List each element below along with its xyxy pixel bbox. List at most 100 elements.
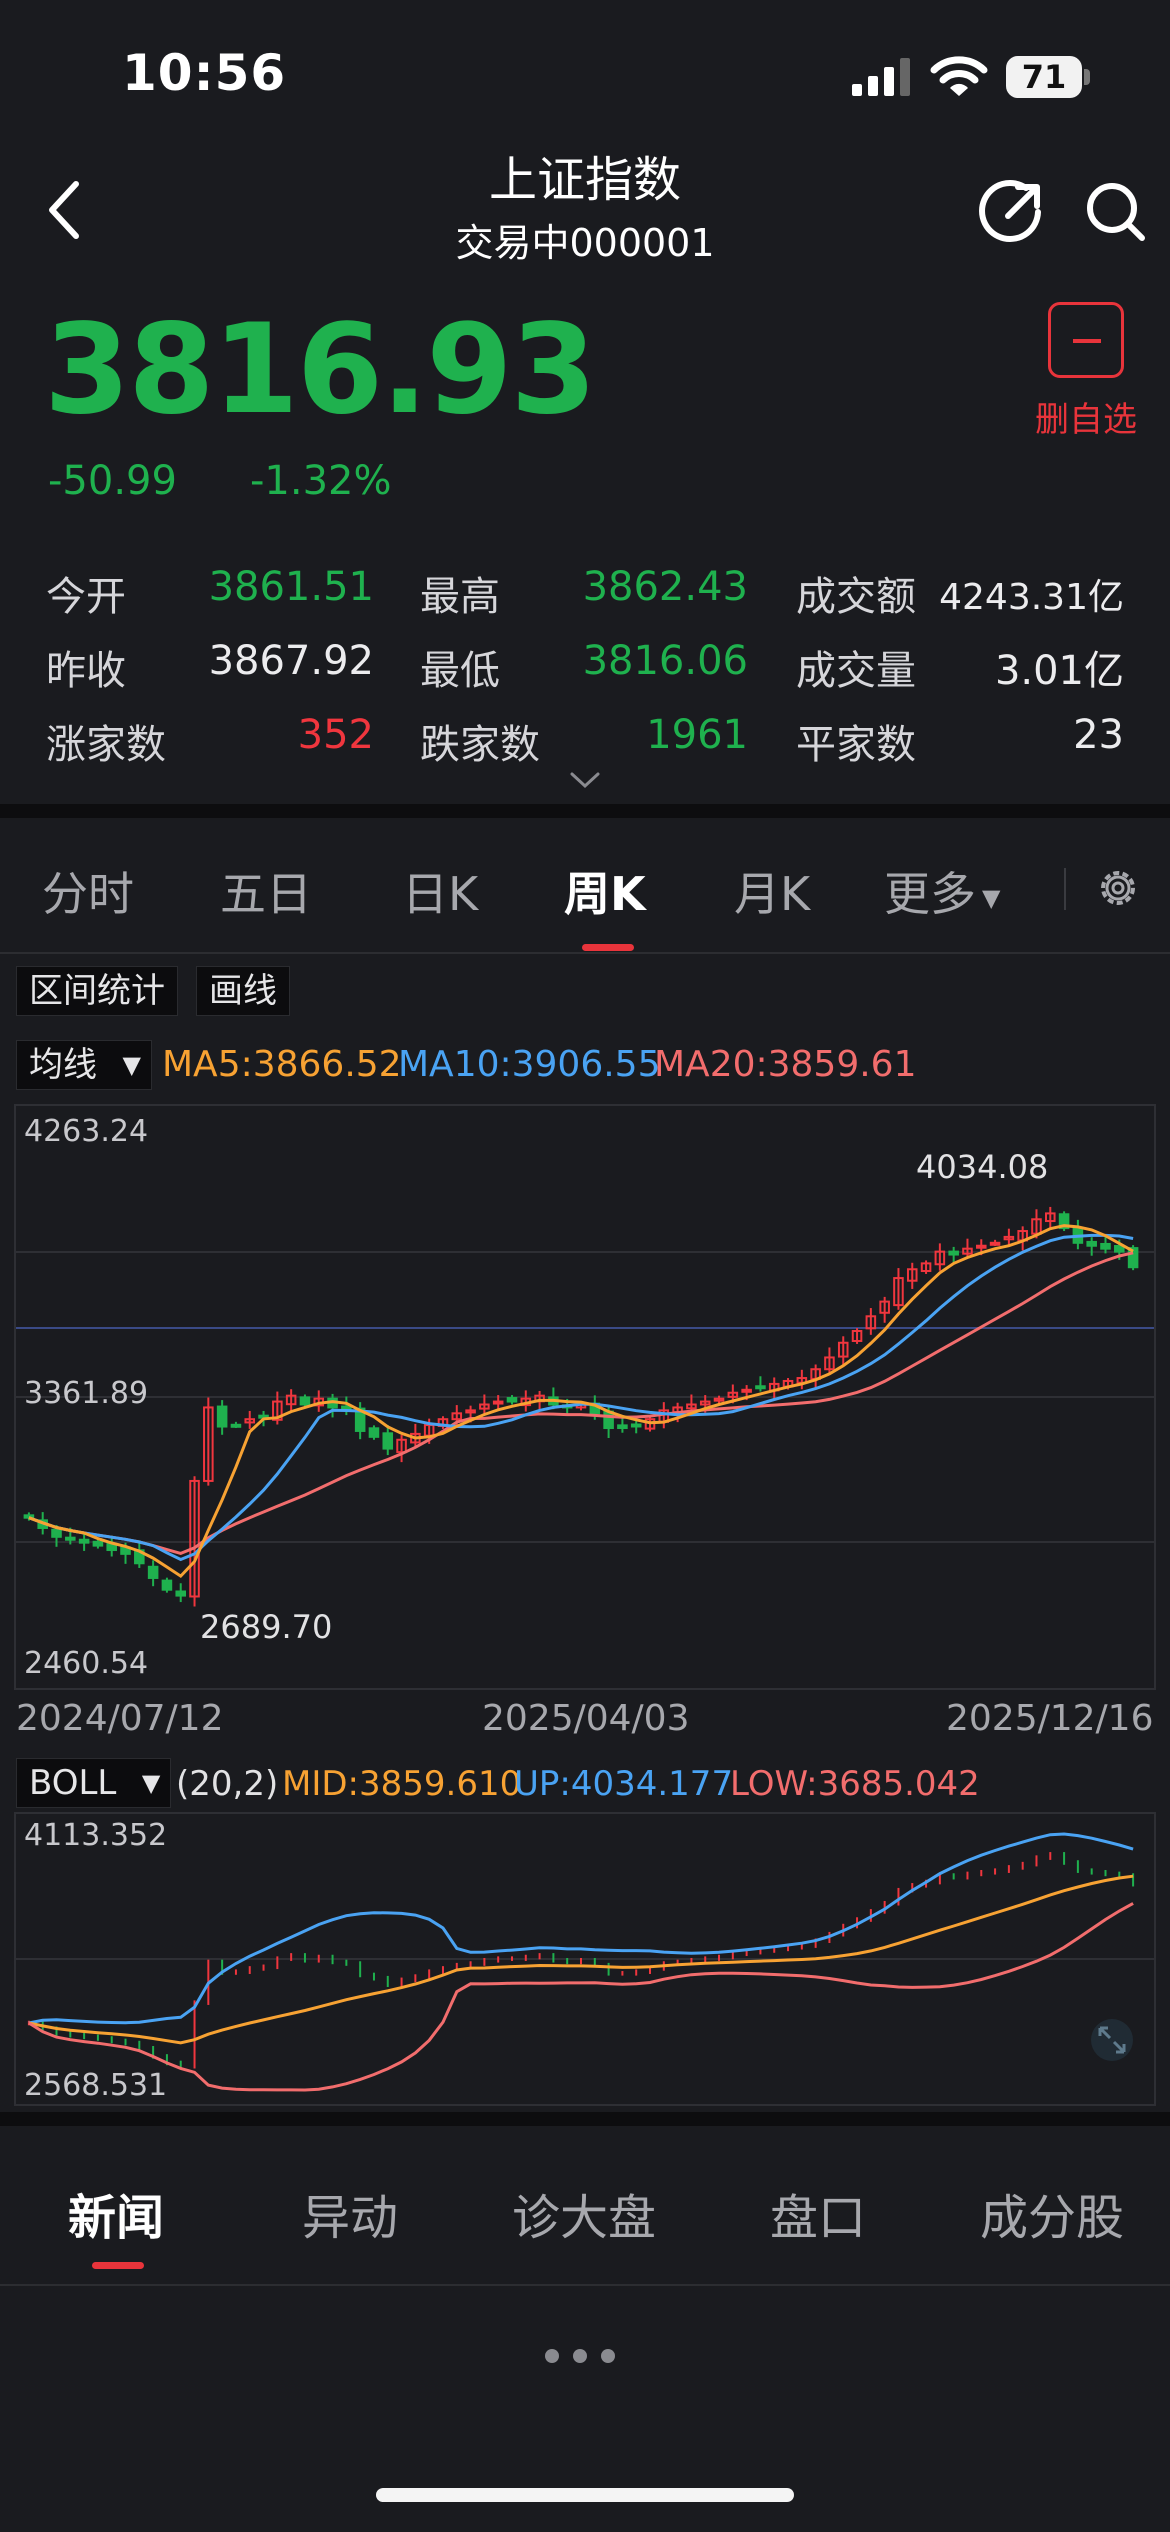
tab-separator	[1064, 868, 1066, 910]
stat-label-low: 最低	[420, 648, 500, 694]
price-change-percent: -1.32%	[250, 458, 392, 504]
candle-body	[230, 1423, 242, 1428]
content-tabs: 新闻 异动 诊大盘 盘口 成分股	[0, 2126, 1170, 2286]
draw-line-button[interactable]: 画线	[196, 966, 290, 1016]
remove-watchlist-button[interactable]: 删自选	[1030, 302, 1140, 442]
x-tick-end: 2025/12/16	[946, 1698, 1154, 1739]
tab-intraday[interactable]: 分时	[42, 858, 134, 924]
y-tick-mid: 3361.89	[24, 1376, 149, 1411]
boll-canvas	[16, 1832, 1154, 2092]
period-low-label: 2689.70	[200, 1608, 333, 1646]
candle-body	[630, 1423, 642, 1428]
candle-body	[147, 1565, 159, 1579]
candle-body	[989, 1241, 1001, 1246]
battery-nub	[1084, 69, 1090, 85]
stat-value-decliners: 1961	[646, 712, 748, 758]
sub-indicator-select[interactable]: BOLL ▼	[16, 1758, 172, 1808]
tab-five-day[interactable]: 五日	[220, 858, 312, 924]
remove-watchlist-label: 删自选	[1035, 400, 1137, 440]
kline-canvas	[16, 1206, 1154, 1607]
boll-up-line	[28, 1832, 1134, 2025]
tab-weekly-k[interactable]: 周K	[564, 858, 646, 924]
period-tabs: 分时 五日 日K 周K 月K 更多 ▼	[0, 818, 1170, 954]
boll-y-tick-top: 4113.352	[24, 1818, 168, 1853]
candle-body	[175, 1590, 187, 1597]
stat-value-open: 3861.51	[208, 564, 374, 610]
stat-value-high: 3862.43	[582, 564, 748, 610]
caret-down-icon: ▼	[122, 1051, 141, 1079]
section-divider	[0, 2112, 1170, 2126]
period-high-label: 4034.08	[916, 1148, 1049, 1186]
stats-row: 今开 3861.51 最高 3862.43 成交额 4243.31亿	[0, 556, 1170, 626]
candle-body	[755, 1385, 766, 1390]
battery-level: 71	[1021, 58, 1067, 96]
candle-body	[92, 1540, 104, 1547]
stat-label-turnover: 成交额	[796, 574, 916, 620]
stat-value-volume: 3.01亿	[994, 648, 1124, 694]
battery-icon: 71	[1006, 56, 1090, 98]
candle-body	[1086, 1240, 1097, 1247]
share-icon[interactable]	[978, 176, 1048, 246]
tab-news[interactable]: 新闻	[68, 2178, 164, 2248]
tab-movements[interactable]: 异动	[302, 2178, 398, 2248]
candle-body	[299, 1396, 311, 1406]
stats-row: 涨家数 352 跌家数 1961 平家数 23	[0, 704, 1170, 774]
chevron-down-icon[interactable]	[568, 768, 602, 792]
boll-params: (20,2)	[176, 1764, 279, 1804]
tab-more[interactable]: 更多 ▼	[884, 858, 1000, 924]
range-stats-button[interactable]: 区间统计	[16, 966, 178, 1016]
stat-label-high: 最高	[420, 574, 500, 620]
tab-order-book[interactable]: 盘口	[770, 2178, 866, 2248]
ma5-value: MA5:3866.52	[162, 1044, 402, 1085]
candle-body	[492, 1400, 504, 1405]
section-divider	[0, 804, 1170, 818]
status-bar: 10:56 71	[0, 0, 1170, 140]
tab-constituents[interactable]: 成分股	[980, 2178, 1124, 2248]
indicator-select-label: 均线	[29, 1045, 97, 1085]
stats-row: 昨收 3867.92 最低 3816.06 成交量 3.01亿	[0, 630, 1170, 700]
candle-body	[1114, 1245, 1125, 1253]
x-tick-start: 2024/07/12	[16, 1698, 224, 1739]
sub-indicator-select-label: BOLL	[29, 1763, 117, 1803]
tab-market-diagnosis[interactable]: 诊大盘	[512, 2178, 656, 2248]
x-tick-mid: 2025/04/03	[482, 1698, 690, 1739]
boll-mid-value: MID:3859.610	[282, 1764, 522, 1804]
stat-label-prev-close: 昨收	[46, 648, 126, 694]
stat-label-unchanged: 平家数	[796, 722, 916, 768]
tab-daily-k[interactable]: 日K	[402, 858, 478, 924]
tab-monthly-k[interactable]: 月K	[734, 858, 810, 924]
boll-y-tick-bottom: 2568.531	[24, 2068, 168, 2103]
status-time: 10:56	[122, 44, 287, 102]
boll-chart[interactable]: 4113.352 2568.531	[14, 1812, 1156, 2106]
caret-down-icon: ▼	[141, 1769, 161, 1797]
price-change: -50.99	[48, 458, 177, 504]
stat-value-prev-close: 3867.92	[208, 638, 374, 684]
candle-body	[506, 1397, 518, 1403]
kline-chart[interactable]: 4263.24 3361.89 2460.54 4034.08 2689.70	[14, 1104, 1156, 1690]
boll-up-value: UP:4034.177	[514, 1764, 734, 1804]
stat-value-advancers: 352	[297, 712, 374, 758]
ma20-value: MA20:3859.61	[654, 1044, 917, 1085]
search-icon[interactable]	[1080, 176, 1150, 246]
signal-icon	[852, 58, 910, 96]
gear-icon[interactable]	[1094, 864, 1142, 912]
stat-label-advancers: 涨家数	[46, 722, 166, 768]
stat-label-volume: 成交量	[796, 648, 916, 694]
home-indicator[interactable]	[376, 2488, 794, 2502]
candle-body	[65, 1536, 76, 1541]
candle-body	[617, 1424, 628, 1430]
candle-body	[948, 1250, 959, 1256]
indicator-select[interactable]: 均线 ▼	[16, 1040, 152, 1090]
loading-dots-icon	[545, 2349, 615, 2363]
caret-down-icon: ▼	[982, 883, 1001, 912]
stat-value-turnover: 4243.31亿	[939, 577, 1124, 618]
stat-value-low: 3816.06	[582, 638, 748, 684]
fullscreen-icon[interactable]	[1086, 2018, 1138, 2062]
candle-body	[382, 1432, 394, 1450]
ma-legend-row: 均线 ▼ MA5:3866.52 MA10:3906.55 MA20:3859.…	[0, 1036, 1170, 1096]
current-price: 3816.93	[44, 298, 597, 442]
candle-body	[741, 1388, 752, 1393]
candle-body	[51, 1528, 62, 1538]
active-tab-indicator	[582, 944, 634, 951]
candle-body	[975, 1244, 987, 1249]
